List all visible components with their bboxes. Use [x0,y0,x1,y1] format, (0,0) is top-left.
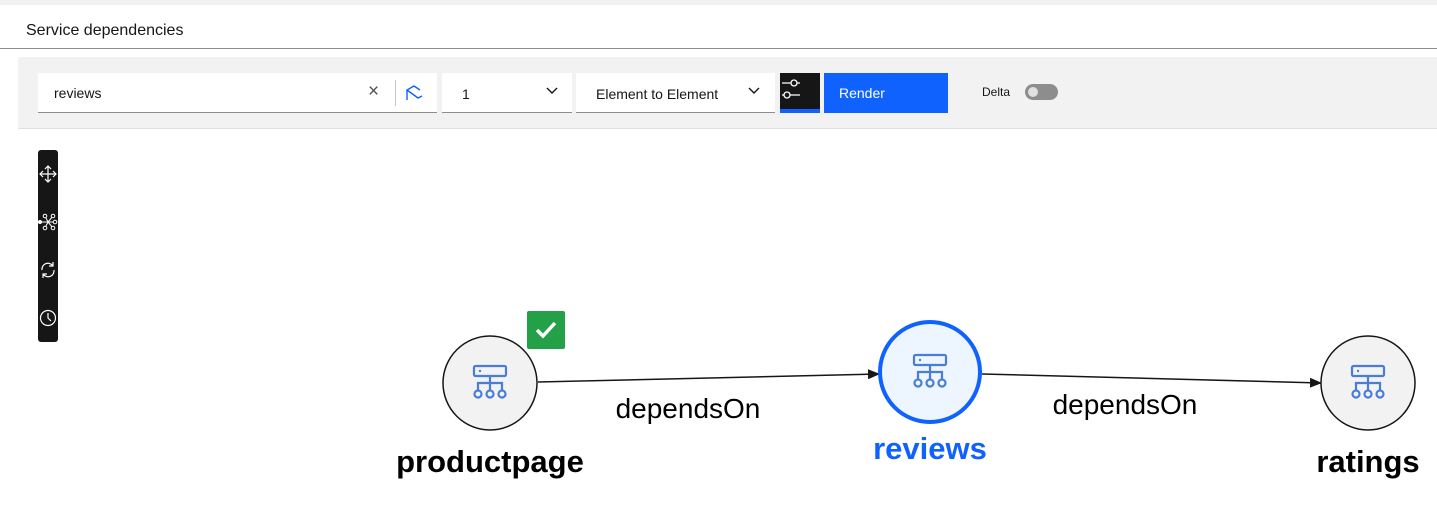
node-label: ratings [1316,444,1419,479]
node-label: reviews [873,431,987,466]
edge-productpage-reviews[interactable] [537,369,880,383]
node-reviews[interactable]: reviews [873,320,987,466]
status-ok-badge [527,311,565,349]
edge-label: dependsOn [616,393,761,424]
node-label: productpage [396,444,584,479]
edge-label: dependsOn [1053,389,1198,420]
node-ratings[interactable]: ratings [1316,335,1420,479]
edge-reviews-ratings[interactable] [981,373,1322,388]
node-productpage[interactable]: productpage [396,335,584,479]
dependency-graph: dependsOn dependsOn productpage reviews … [396,311,1420,479]
